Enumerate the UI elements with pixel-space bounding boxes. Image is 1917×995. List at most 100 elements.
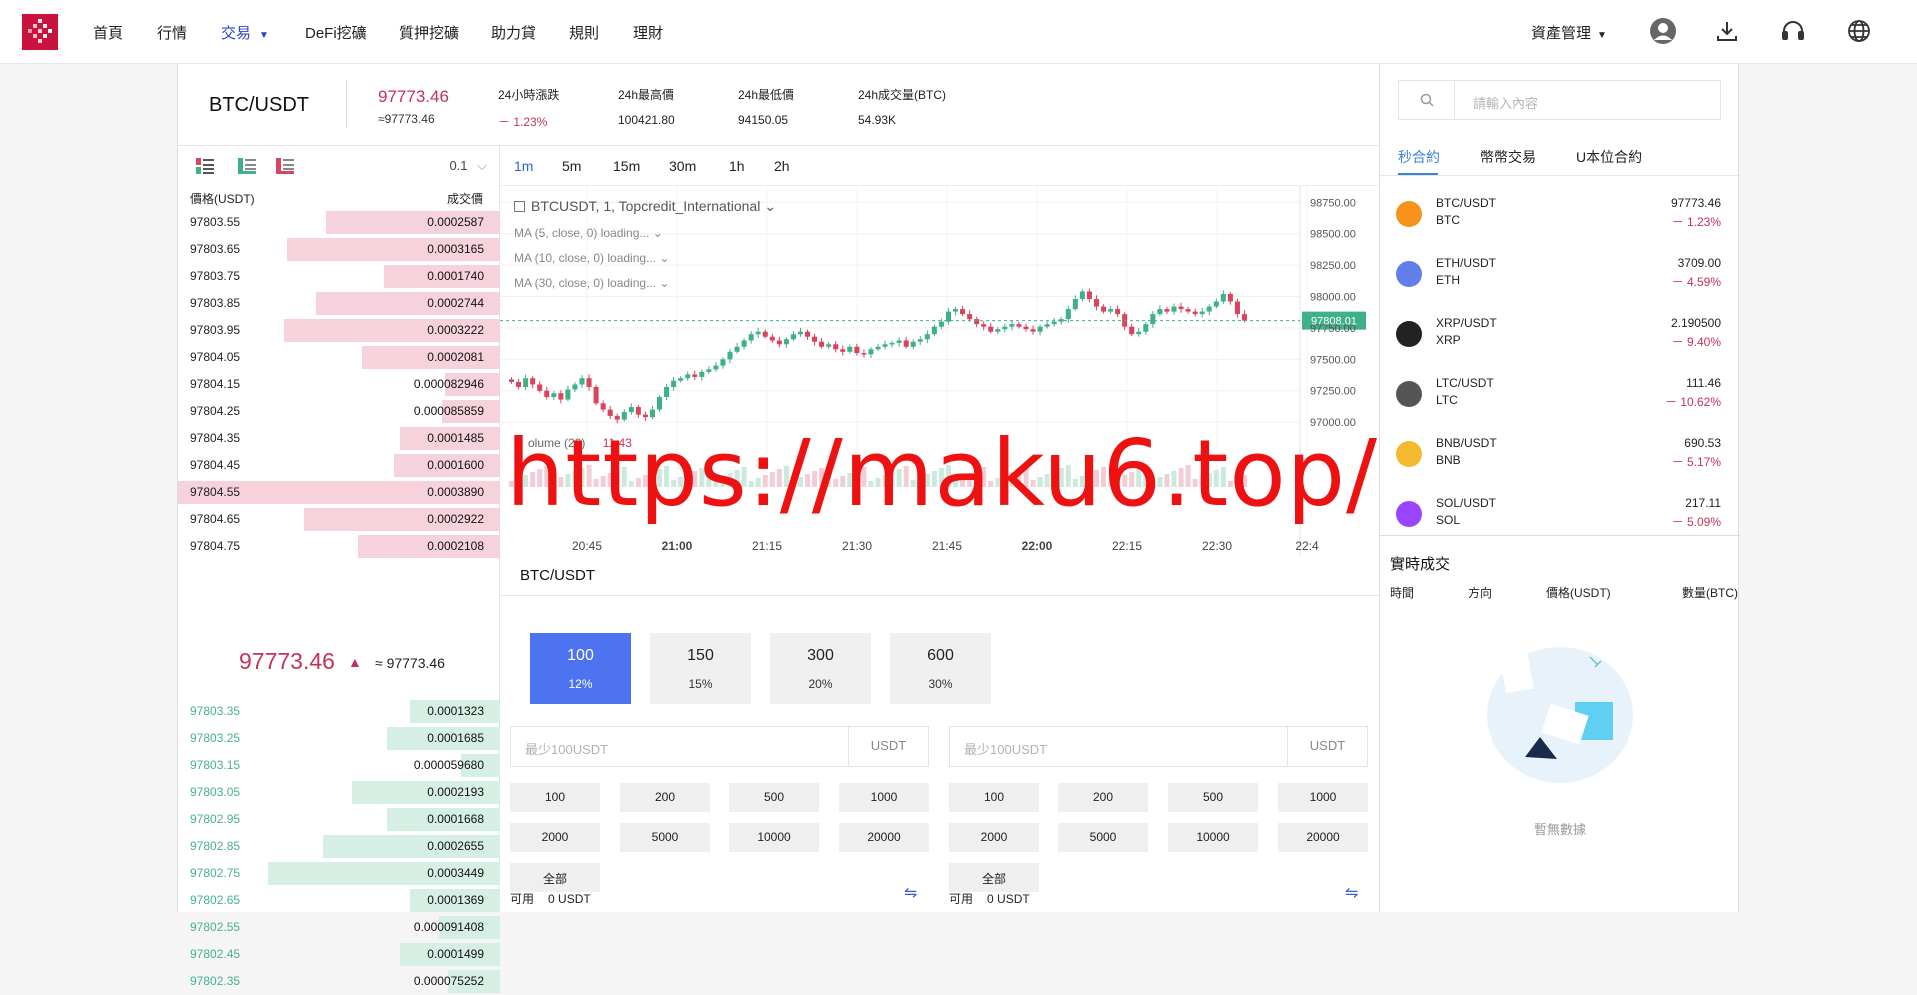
quick-amount-1000[interactable]: 1000 [839, 783, 929, 812]
bid-row[interactable]: 97803.05 0.0002193 [178, 779, 500, 806]
asset-management-menu[interactable]: 資產管理 ▼ [1531, 22, 1607, 43]
headset-icon[interactable] [1776, 14, 1810, 48]
market-item[interactable]: BNB/USDT BNB 690.53 － 5.17% [1380, 432, 1740, 492]
bid-row[interactable]: 97802.35 0.000075252 [178, 968, 500, 995]
ticker-price-converted: ≈97773.46 [378, 112, 435, 126]
ask-row[interactable]: 97803.75 0.0001740 [178, 263, 500, 290]
row-qty: 0.0001485 [427, 431, 484, 445]
nav-home[interactable]: 首頁 [93, 22, 123, 43]
quick-amount-200[interactable]: 200 [620, 783, 710, 812]
quick-amount-all[interactable]: 全部 [949, 863, 1039, 892]
search-input[interactable]: 請輸入內容 [1398, 80, 1721, 120]
amount-input-buy[interactable]: 最少100USDT USDT [510, 726, 929, 767]
quick-amount-100[interactable]: 100 [949, 783, 1039, 812]
ask-row[interactable]: 97803.65 0.0003165 [178, 236, 500, 263]
tab-spot-trading[interactable]: 幣幣交易 [1480, 147, 1536, 167]
orderbook-asks-icon[interactable] [276, 158, 294, 174]
quick-amount-all[interactable]: 全部 [510, 863, 600, 892]
nav-finance[interactable]: 理財 [633, 22, 663, 43]
available-label: 可用 [949, 892, 974, 906]
ask-row[interactable]: 97804.75 0.0002108 [178, 533, 500, 560]
globe-icon[interactable] [1842, 14, 1876, 48]
period-option-600[interactable]: 600 30% [890, 633, 991, 704]
quick-amount-10000[interactable]: 10000 [729, 823, 819, 852]
ask-row[interactable]: 97803.95 0.0003222 [178, 317, 500, 344]
candle [769, 336, 775, 341]
chart-symbol-line[interactable]: BTCUSDT, 1, Topcredit_International ⌄ [514, 198, 776, 215]
market-base: LTC [1436, 393, 1458, 407]
period-option-100[interactable]: 100 12% [530, 633, 631, 704]
tab-usdt-futures[interactable]: U本位合約 [1576, 147, 1642, 167]
market-item[interactable]: LTC/USDT LTC 111.46 － 10.62% [1380, 372, 1740, 432]
precision-select[interactable]: 0.1 ⌵ [449, 158, 487, 174]
ask-row[interactable]: 97804.25 0.000085859 [178, 398, 500, 425]
quick-amount-500[interactable]: 500 [1168, 783, 1258, 812]
download-icon[interactable] [1710, 14, 1744, 48]
period-time: 300 [807, 647, 834, 664]
market-pair: BTC/USDT [1436, 196, 1496, 210]
ask-row[interactable]: 97804.55 0.0003890 [178, 479, 500, 506]
market-item[interactable]: SOL/USDT SOL 217.11 － 5.09% [1380, 492, 1740, 552]
bid-row[interactable]: 97803.25 0.0001685 [178, 725, 500, 752]
orderbook-bids-icon[interactable] [238, 158, 256, 174]
watermark-text: https://maku6.top/ [506, 420, 1379, 527]
quick-amount-100[interactable]: 100 [510, 783, 600, 812]
bid-row[interactable]: 97802.55 0.000091408 [178, 914, 500, 941]
ma-legend-5[interactable]: MA (5, close, 0) loading... ⌄ [514, 226, 663, 240]
ma-legend-30[interactable]: MA (30, close, 0) loading... ⌄ [514, 276, 669, 290]
period-option-300[interactable]: 300 20% [770, 633, 871, 704]
ask-row[interactable]: 97804.05 0.0002081 [178, 344, 500, 371]
ask-row[interactable]: 97804.65 0.0002922 [178, 506, 500, 533]
ask-row[interactable]: 97803.55 0.0002587 [178, 209, 500, 236]
nav-trade[interactable]: 交易 ▼ [221, 22, 269, 43]
x-tick-label: 21:00 [662, 539, 693, 553]
chevron-down-icon: ▼ [1597, 30, 1607, 41]
period-option-150[interactable]: 150 15% [650, 633, 751, 704]
orderbook-both-icon[interactable] [196, 158, 214, 174]
ask-row[interactable]: 97804.15 0.000082946 [178, 371, 500, 398]
nav-rules[interactable]: 規則 [569, 22, 599, 43]
nav-defi-mining[interactable]: DeFi挖礦 [305, 22, 367, 43]
quick-amount-20000[interactable]: 20000 [839, 823, 929, 852]
market-item[interactable]: XRP/USDT XRP 2.190500 － 9.40% [1380, 312, 1740, 372]
interval-1m[interactable]: 1m [514, 158, 533, 174]
ask-row[interactable]: 97804.35 0.0001485 [178, 425, 500, 452]
market-item[interactable]: ETH/USDT ETH 3709.00 － 4.59% [1380, 252, 1740, 312]
bid-row[interactable]: 97803.15 0.000059680 [178, 752, 500, 779]
amount-input-sell[interactable]: 最少100USDT USDT [949, 726, 1368, 767]
ask-row[interactable]: 97804.45 0.0001600 [178, 452, 500, 479]
interval-1h[interactable]: 1h [729, 158, 745, 174]
interval-15m[interactable]: 15m [613, 158, 640, 174]
tab-second-contract[interactable]: 秒合約 [1398, 147, 1440, 167]
interval-2h[interactable]: 2h [774, 158, 790, 174]
nav-loan[interactable]: 助力貸 [491, 22, 536, 43]
bid-row[interactable]: 97803.35 0.0001323 [178, 698, 500, 725]
quick-amount-2000[interactable]: 2000 [949, 823, 1039, 852]
quick-amount-20000[interactable]: 20000 [1278, 823, 1368, 852]
ma-legend-10[interactable]: MA (10, close, 0) loading... ⌄ [514, 251, 669, 265]
market-item[interactable]: BTC/USDT BTC 97773.46 － 1.23% [1380, 192, 1740, 252]
user-icon[interactable] [1646, 14, 1680, 48]
quick-amount-5000[interactable]: 5000 [620, 823, 710, 852]
candle [530, 378, 536, 385]
quick-amount-2000[interactable]: 2000 [510, 823, 600, 852]
bid-row[interactable]: 97802.85 0.0002655 [178, 833, 500, 860]
bid-row[interactable]: 97802.95 0.0001668 [178, 806, 500, 833]
swap-icon[interactable]: ⇋ [904, 883, 917, 903]
quick-amount-5000[interactable]: 5000 [1058, 823, 1148, 852]
logo[interactable] [22, 14, 58, 50]
bid-row[interactable]: 97802.45 0.0001499 [178, 941, 500, 968]
nav-staking-mining[interactable]: 質押挖礦 [399, 22, 459, 43]
quick-amount-1000[interactable]: 1000 [1278, 783, 1368, 812]
swap-icon[interactable]: ⇋ [1345, 883, 1358, 903]
ask-row[interactable]: 97803.85 0.0002744 [178, 290, 500, 317]
bid-row[interactable]: 97802.65 0.0001369 [178, 887, 500, 914]
interval-5m[interactable]: 5m [562, 158, 581, 174]
quick-amount-200[interactable]: 200 [1058, 783, 1148, 812]
quick-amount-10000[interactable]: 10000 [1168, 823, 1258, 852]
quick-amount-500[interactable]: 500 [729, 783, 819, 812]
bid-row[interactable]: 97802.75 0.0003449 [178, 860, 500, 887]
available-balance: 可用 0 USDT [949, 890, 1030, 907]
interval-30m[interactable]: 30m [669, 158, 696, 174]
nav-markets[interactable]: 行情 [157, 22, 187, 43]
